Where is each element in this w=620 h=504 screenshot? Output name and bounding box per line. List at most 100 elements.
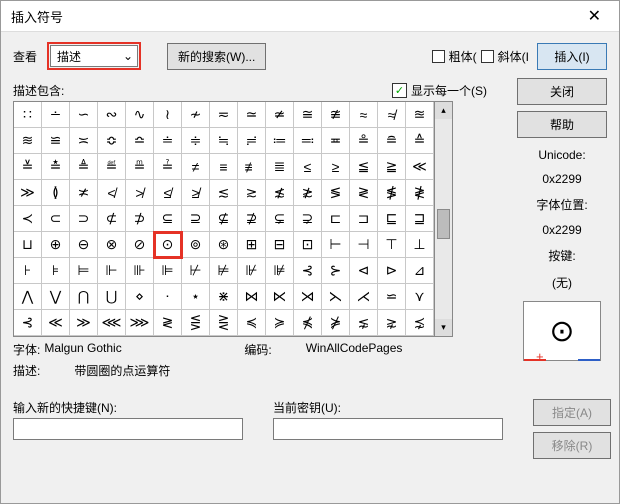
symbol-cell[interactable]: ⊣ [350, 232, 378, 258]
symbol-cell[interactable]: ≖ [322, 128, 350, 154]
symbol-cell[interactable]: ∾ [98, 102, 126, 128]
symbol-cell[interactable]: ⋠ [294, 310, 322, 336]
symbol-cell[interactable]: ≥ [322, 154, 350, 180]
symbol-cell[interactable]: ⊖ [70, 232, 98, 258]
bold-checkbox[interactable] [432, 50, 445, 63]
insert-button[interactable]: 插入(I) [537, 43, 607, 70]
symbol-cell[interactable]: ⋌ [350, 284, 378, 310]
symbol-cell[interactable]: ≘ [378, 128, 406, 154]
symbol-cell[interactable]: ⊧ [42, 258, 70, 284]
symbol-cell[interactable]: ≀ [154, 102, 182, 128]
symbol-cell[interactable]: ≧ [378, 154, 406, 180]
close-button[interactable]: 关闭 [517, 78, 607, 105]
symbol-cell[interactable]: ⋀ [14, 284, 42, 310]
symbol-cell[interactable]: ⊇ [182, 206, 210, 232]
symbol-cell[interactable]: ≇ [322, 102, 350, 128]
remove-button[interactable]: 移除(R) [533, 432, 611, 459]
symbol-cell[interactable]: ∸ [42, 102, 70, 128]
symbol-cell[interactable]: ≕ [294, 128, 322, 154]
symbol-cell[interactable]: ⋋ [322, 284, 350, 310]
symbol-cell[interactable]: ⊯ [266, 258, 294, 284]
symbol-cell[interactable]: ⊊ [266, 206, 294, 232]
symbol-cell[interactable]: ≒ [210, 128, 238, 154]
symbol-cell[interactable]: ≰ [154, 180, 182, 206]
symbol-cell[interactable]: ≔ [266, 128, 294, 154]
symbol-cell[interactable]: ≏ [126, 128, 154, 154]
symbol-cell[interactable]: ≳ [238, 180, 266, 206]
symbol-cell[interactable]: ≪ [406, 154, 434, 180]
close-icon[interactable]: ✕ [580, 6, 609, 26]
symbol-cell[interactable]: ⊞ [238, 232, 266, 258]
symbol-cell[interactable]: ≃ [238, 102, 266, 128]
symbol-cell[interactable]: ⋈ [238, 284, 266, 310]
symbol-cell[interactable]: ∷ [14, 102, 42, 128]
symbol-cell[interactable]: ⊩ [98, 258, 126, 284]
symbol-cell[interactable]: ⋂ [70, 284, 98, 310]
symbol-cell[interactable]: ≶ [322, 180, 350, 206]
symbol-cell[interactable]: ⊦ [14, 258, 42, 284]
symbol-cell[interactable]: ⋛ [210, 310, 238, 336]
symbol-cell[interactable]: ≞ [126, 154, 154, 180]
symbol-cell[interactable]: ≜ [70, 154, 98, 180]
symbol-cell[interactable]: ⋇ [210, 284, 238, 310]
symbol-cell[interactable]: ⊆ [154, 206, 182, 232]
symbol-cell[interactable]: ⊈ [210, 206, 238, 232]
symbol-cell[interactable]: ⊨ [70, 258, 98, 284]
symbol-cell[interactable]: ⊋ [294, 206, 322, 232]
symbol-cell[interactable]: ≹ [406, 180, 434, 206]
symbol-cell[interactable]: ⊒ [406, 206, 434, 232]
symbol-cell[interactable]: ≣ [266, 154, 294, 180]
symbol-cell[interactable]: ⋨ [406, 310, 434, 336]
symbol-cell[interactable]: ≗ [350, 128, 378, 154]
symbol-cell[interactable]: ≓ [238, 128, 266, 154]
show-each-checkbox[interactable]: ✓ [392, 83, 407, 98]
current-key-input[interactable] [273, 418, 503, 440]
symbol-cell[interactable]: ≭ [70, 180, 98, 206]
symbol-cell[interactable]: ⋄ [126, 284, 154, 310]
symbol-cell[interactable]: ⊰ [294, 258, 322, 284]
symbol-cell[interactable]: ≈ [350, 102, 378, 128]
symbol-cell[interactable]: ⊙ [154, 232, 182, 258]
symbol-cell[interactable]: ≬ [42, 180, 70, 206]
italic-checkbox[interactable] [481, 50, 494, 63]
symbol-cell[interactable]: ⋉ [266, 284, 294, 310]
scroll-down-icon[interactable]: ▾ [435, 319, 452, 336]
symbol-cell[interactable]: ≋ [14, 128, 42, 154]
symbol-cell[interactable]: ≴ [266, 180, 294, 206]
symbol-cell[interactable]: ≂ [210, 102, 238, 128]
symbol-cell[interactable]: ≄ [266, 102, 294, 128]
symbol-cell[interactable]: ⋙ [126, 310, 154, 336]
symbol-cell[interactable]: ⊿ [406, 258, 434, 284]
symbol-cell[interactable]: ≑ [182, 128, 210, 154]
symbol-cell[interactable]: ⊭ [210, 258, 238, 284]
symbol-cell[interactable]: ≱ [182, 180, 210, 206]
symbol-cell[interactable]: ≚ [14, 154, 42, 180]
scroll-up-icon[interactable]: ▴ [435, 102, 452, 119]
assign-button[interactable]: 指定(A) [533, 399, 611, 426]
symbol-cell[interactable]: ≌ [42, 128, 70, 154]
symbol-cell[interactable]: ⋃ [98, 284, 126, 310]
symbol-cell[interactable]: ≟ [154, 154, 182, 180]
symbol-cell[interactable]: ≐ [154, 128, 182, 154]
symbol-cell[interactable]: ⊤ [378, 232, 406, 258]
symbol-cell[interactable]: ∽ [70, 102, 98, 128]
symbol-cell[interactable]: ⊳ [378, 258, 406, 284]
symbol-cell[interactable]: ≙ [406, 128, 434, 154]
symbol-grid[interactable]: ∷∸∽∾∿≀≁≂≃≄≅≇≈≉≊≋≌≍≎≏≐≑≒≓≔≕≖≗≘≙≚≛≜≝≞≟≠≡≢≣… [13, 101, 435, 337]
symbol-cell[interactable]: ≛ [42, 154, 70, 180]
symbol-cell[interactable]: ⋎ [406, 284, 434, 310]
symbol-cell[interactable]: ⊉ [238, 206, 266, 232]
symbol-cell[interactable]: ≷ [154, 310, 182, 336]
symbol-cell[interactable]: ⊲ [350, 258, 378, 284]
symbol-cell[interactable]: ⋦ [350, 310, 378, 336]
symbol-cell[interactable]: ⋆ [182, 284, 210, 310]
symbol-cell[interactable]: ≊ [406, 102, 434, 128]
symbol-cell[interactable]: ⋊ [294, 284, 322, 310]
symbol-cell[interactable]: ⊛ [210, 232, 238, 258]
symbol-cell[interactable]: ⊡ [294, 232, 322, 258]
symbol-cell[interactable]: ⊘ [126, 232, 154, 258]
symbol-cell[interactable]: ≁ [182, 102, 210, 128]
symbol-cell[interactable]: ≅ [294, 102, 322, 128]
symbol-cell[interactable]: ⊫ [154, 258, 182, 284]
symbol-cell[interactable]: ≺ [14, 206, 42, 232]
